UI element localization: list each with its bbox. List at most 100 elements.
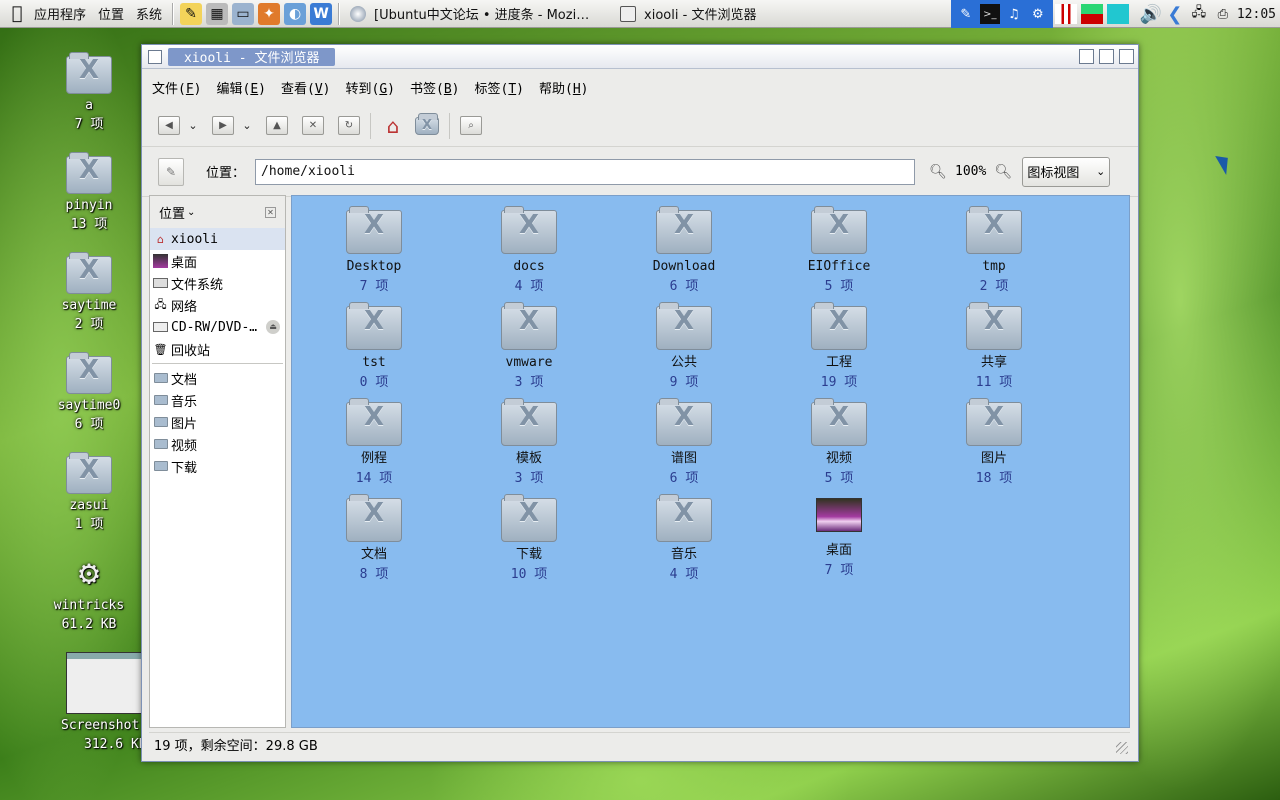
sidebar-item-filesystem[interactable]: 文件系统 — [150, 272, 285, 294]
desktop-item[interactable]: Screenshot 312.6 KB — [58, 652, 148, 754]
sidebar-item-network[interactable]: 🖧 网络 — [150, 294, 285, 316]
file-item[interactable]: X 图片 18 项 — [934, 398, 1054, 489]
menu-help[interactable]: 帮助(H) — [539, 78, 589, 97]
sidebar-item-home[interactable]: ⌂ xiooli — [150, 228, 285, 250]
apple-logo-icon[interactable]:  — [6, 3, 28, 25]
desktop-item[interactable]: X saytime0 6 项 — [50, 352, 128, 434]
menu-tabs[interactable]: 标签(T) — [475, 78, 525, 97]
file-item[interactable]: X 公共 9 项 — [624, 302, 744, 393]
sidebar-bookmark-music[interactable]: 音乐 — [150, 389, 285, 411]
file-count: 3 项 — [514, 471, 544, 486]
folder-icon: X — [501, 302, 557, 350]
computer-button[interactable]: X — [415, 112, 439, 135]
settings-tray-icon[interactable]: ⚙ — [1028, 4, 1048, 24]
menu-go[interactable]: 转到(G) — [346, 78, 396, 97]
zoom-level[interactable]: 100% — [955, 164, 986, 179]
search-button[interactable]: ⌕ — [460, 116, 482, 135]
icon-view-pane[interactable]: X Desktop 7 项 X docs 4 项 X Download 6 项 … — [291, 195, 1130, 728]
file-item[interactable]: X 共享 11 项 — [934, 302, 1054, 393]
file-item[interactable]: X 文档 8 项 — [314, 494, 434, 585]
network-status-icon[interactable]: 🖧 — [1189, 4, 1209, 24]
panel-menu-places[interactable]: 位置 — [92, 4, 130, 23]
terminal-tray-icon[interactable]: >_ — [979, 4, 1000, 24]
task-firefox[interactable]: [Ubuntu中文论坛 • 进度条 - Mozi… — [344, 2, 614, 26]
desktop-item[interactable]: X zasui 1 项 — [50, 452, 128, 534]
writer-launcher-icon[interactable]: W — [310, 2, 333, 25]
minimize-button[interactable] — [1079, 49, 1094, 64]
reload-button[interactable]: ↻ — [338, 116, 360, 135]
file-item[interactable]: X Desktop 7 项 — [314, 206, 434, 297]
volume-icon[interactable]: 🔊 — [1140, 4, 1162, 25]
memory-monitor-icon[interactable] — [1080, 4, 1103, 24]
file-item[interactable]: X vmware 3 项 — [469, 302, 589, 393]
cpu-monitor-icon[interactable] — [1054, 4, 1077, 24]
folder-icon: X — [656, 206, 712, 254]
file-item[interactable]: X 谱图 6 项 — [624, 398, 744, 489]
desktop-item[interactable]: X saytime 2 项 — [50, 252, 128, 334]
forward-history-dropdown[interactable]: ⌄ — [238, 119, 256, 132]
file-item[interactable]: X 下载 10 项 — [469, 494, 589, 585]
zoom-in-icon[interactable]: 🔍︎ — [992, 161, 1014, 183]
sidebar-item-desktop[interactable]: 桌面 — [150, 250, 285, 272]
desktop-item[interactable]: ⚙ wintricks 61.2 KB — [50, 552, 128, 634]
notes-launcher-icon[interactable]: ✎ — [180, 2, 203, 25]
collapse-arrow-icon[interactable]: ❮ — [1165, 4, 1185, 25]
music-tray-icon[interactable]: ♫ — [1004, 4, 1024, 24]
zoom-out-icon[interactable]: 🔍︎ — [927, 161, 949, 183]
network-launcher-icon[interactable]: ◐ — [284, 2, 307, 25]
file-item[interactable]: X Download 6 项 — [624, 206, 744, 297]
file-item[interactable]: X 工程 19 项 — [779, 302, 899, 393]
up-arrow-icon: ▲ — [273, 120, 281, 131]
location-input[interactable] — [255, 158, 916, 185]
clock[interactable]: 12:05 — [1235, 7, 1280, 22]
sidebar-item-cdrom[interactable]: CD-RW/DVD-… ⏏ — [150, 316, 285, 338]
computer-launcher-icon[interactable]: ▭ — [232, 2, 255, 25]
file-item[interactable]: X tmp 2 项 — [934, 206, 1054, 297]
eject-icon[interactable]: ⏏ — [266, 320, 280, 334]
panel-menu-applications[interactable]: 应用程序 — [28, 4, 92, 23]
sidebar-item-label: 文档 — [171, 372, 198, 388]
resize-grip-icon[interactable] — [1116, 742, 1128, 754]
close-button[interactable] — [1119, 49, 1134, 64]
panel-menu-system[interactable]: 系统 — [130, 4, 168, 23]
maximize-button[interactable] — [1099, 49, 1114, 64]
net-monitor-icon[interactable] — [1106, 4, 1129, 24]
back-button[interactable]: ◀ — [158, 116, 180, 135]
home-button[interactable]: ⌂ — [381, 114, 405, 138]
file-item[interactable]: X EIOffice 5 项 — [779, 206, 899, 297]
file-item[interactable]: X 音乐 4 项 — [624, 494, 744, 585]
file-item[interactable]: X tst 0 项 — [314, 302, 434, 393]
calculator-launcher-icon[interactable]: ▦ — [206, 2, 229, 25]
sidebar-close-button[interactable]: ✕ — [265, 207, 276, 218]
file-item[interactable]: X docs 4 项 — [469, 206, 589, 297]
file-item[interactable]: X 视频 5 项 — [779, 398, 899, 489]
sidebar-bookmark-pictures[interactable]: 图片 — [150, 411, 285, 433]
task-file-browser[interactable]: xiooli - 文件浏览器 — [614, 2, 884, 26]
up-button[interactable]: ▲ — [266, 116, 288, 135]
desktop-item[interactable]: X pinyin 13 项 — [50, 152, 128, 234]
titlebar[interactable]: xiooli - 文件浏览器 — [142, 45, 1138, 69]
menu-bookmarks[interactable]: 书签(B) — [410, 78, 460, 97]
stop-button[interactable]: ✕ — [302, 116, 324, 135]
sidebar-item-trash[interactable]: 🗑 回收站 — [150, 338, 285, 360]
firefox-launcher-icon[interactable]: ✦ — [258, 2, 281, 25]
forward-button[interactable]: ▶ — [212, 116, 234, 135]
menu-file[interactable]: 文件(F) — [152, 78, 202, 97]
file-item[interactable]: X 模板 3 项 — [469, 398, 589, 489]
toggle-location-button[interactable]: ✎ — [158, 157, 184, 186]
file-item[interactable]: 桌面 7 项 — [779, 498, 899, 581]
printer-icon[interactable]: ⎙ — [1213, 4, 1233, 24]
menu-edit[interactable]: 编辑(E) — [217, 78, 267, 97]
file-name: 文档 — [360, 547, 387, 562]
back-history-dropdown[interactable]: ⌄ — [184, 119, 202, 132]
sidebar-bookmark-downloads[interactable]: 下载 — [150, 455, 285, 477]
view-mode-select[interactable]: 图标视图 ⌄ — [1022, 156, 1111, 187]
sidebar-bookmark-documents[interactable]: 文档 — [150, 367, 285, 389]
file-count: 9 项 — [669, 375, 699, 390]
editor-tray-icon[interactable]: ✎ — [956, 4, 976, 24]
file-item[interactable]: X 例程 14 项 — [314, 398, 434, 489]
window-menu-icon[interactable] — [148, 49, 162, 64]
sidebar-bookmark-videos[interactable]: 视频 — [150, 433, 285, 455]
desktop-item[interactable]: X a 7 项 — [50, 52, 128, 134]
menu-view[interactable]: 查看(V) — [281, 78, 331, 97]
